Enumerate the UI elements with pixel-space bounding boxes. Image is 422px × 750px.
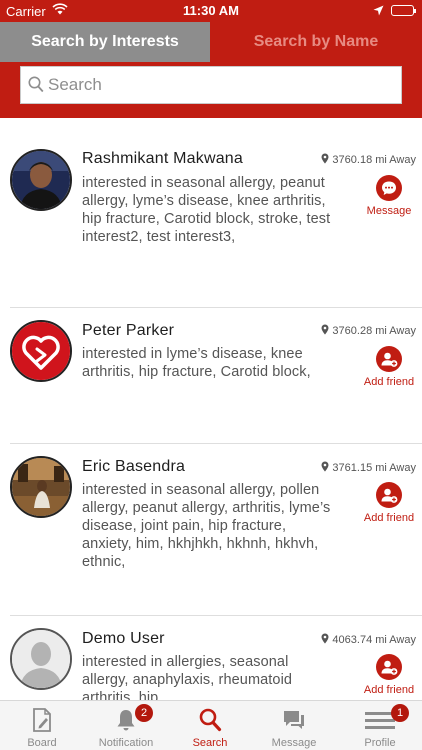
- distance-label: 3761.15 mi Away: [321, 461, 416, 474]
- tab-search-by-interests[interactable]: Search by Interests: [0, 22, 210, 62]
- interests-text: interested in lyme’s disease, knee arthr…: [82, 346, 311, 380]
- message-button[interactable]: Message: [357, 175, 421, 217]
- search-icon: [198, 707, 222, 733]
- tab-search-label: Search: [192, 737, 228, 749]
- tab-board-label: Board: [27, 737, 57, 749]
- status-bar: Carrier 11:30 AM: [0, 0, 422, 22]
- add-user-icon: [376, 346, 402, 372]
- person-name[interactable]: Eric Basendra: [82, 458, 185, 476]
- tab-message-label: Message: [271, 737, 317, 749]
- chat-bubble-icon: [376, 175, 402, 201]
- distance-text: 3761.15 mi Away: [332, 462, 416, 474]
- battery-icon: [391, 5, 416, 16]
- add-user-icon: [376, 482, 402, 508]
- avatar[interactable]: [10, 628, 72, 690]
- tab-message[interactable]: Message: [252, 701, 336, 750]
- add-friend-label: Add friend: [363, 376, 415, 388]
- person-name[interactable]: Demo User: [82, 630, 165, 648]
- search-header: Search by Interests Search by Name: [0, 22, 422, 118]
- location-pin-icon: [321, 461, 329, 472]
- message-label: Message: [366, 205, 412, 217]
- add-user-icon: [376, 654, 402, 680]
- location-arrow-icon: [373, 4, 384, 19]
- add-friend-button[interactable]: Add friend: [357, 482, 421, 524]
- tab-notification[interactable]: 2 Notification: [84, 701, 168, 750]
- bottom-tab-bar: Board 2 Notification Search Message 1 Pr…: [0, 700, 422, 750]
- avatar[interactable]: [10, 456, 72, 518]
- tab-notification-label: Notification: [98, 737, 154, 749]
- person-name[interactable]: Peter Parker: [82, 322, 174, 340]
- people-list[interactable]: Rashmikant Makwana 3760.18 mi Away inter…: [0, 118, 422, 700]
- search-icon: [28, 76, 44, 98]
- profile-badge: 1: [391, 704, 409, 722]
- status-time: 11:30 AM: [183, 3, 239, 18]
- interests-text: interested in seasonal allergy, pollen a…: [82, 482, 331, 570]
- add-friend-label: Add friend: [363, 512, 415, 524]
- tab-board[interactable]: Board: [0, 701, 84, 750]
- location-pin-icon: [321, 153, 329, 164]
- person-name[interactable]: Rashmikant Makwana: [82, 150, 243, 168]
- chat-icon: [282, 707, 306, 733]
- add-friend-button[interactable]: Add friend: [357, 654, 421, 696]
- location-pin-icon: [321, 324, 329, 335]
- distance-text: 4063.74 mi Away: [332, 634, 416, 646]
- add-friend-button[interactable]: Add friend: [357, 346, 421, 388]
- list-item[interactable]: Rashmikant Makwana 3760.18 mi Away inter…: [0, 118, 422, 308]
- tab-profile-label: Profile: [364, 737, 396, 749]
- distance-text: 3760.28 mi Away: [332, 325, 416, 337]
- list-item[interactable]: Eric Basendra 3761.15 mi Away interested…: [0, 444, 422, 616]
- tab-search-by-name[interactable]: Search by Name: [210, 22, 422, 62]
- location-pin-icon: [321, 633, 329, 644]
- list-item[interactable]: Demo User 4063.74 mi Away interested in …: [0, 616, 422, 700]
- distance-label: 4063.74 mi Away: [321, 633, 416, 646]
- interests-text: interested in seasonal allergy, peanut a…: [82, 175, 331, 245]
- search-input[interactable]: [48, 71, 388, 99]
- notification-badge: 2: [135, 704, 153, 722]
- avatar[interactable]: [10, 320, 72, 382]
- tab-profile[interactable]: 1 Profile: [338, 701, 422, 750]
- distance-label: 3760.28 mi Away: [321, 324, 416, 337]
- avatar[interactable]: [10, 149, 72, 211]
- distance-text: 3760.18 mi Away: [332, 154, 416, 166]
- board-icon: [30, 707, 54, 733]
- list-item[interactable]: Peter Parker 3760.28 mi Away interested …: [0, 308, 422, 444]
- add-friend-label: Add friend: [363, 684, 415, 696]
- search-bar[interactable]: [20, 66, 402, 104]
- distance-label: 3760.18 mi Away: [321, 153, 416, 166]
- interests-text: interested in allergies, seasonal allerg…: [82, 654, 293, 700]
- tab-search[interactable]: Search: [168, 701, 252, 750]
